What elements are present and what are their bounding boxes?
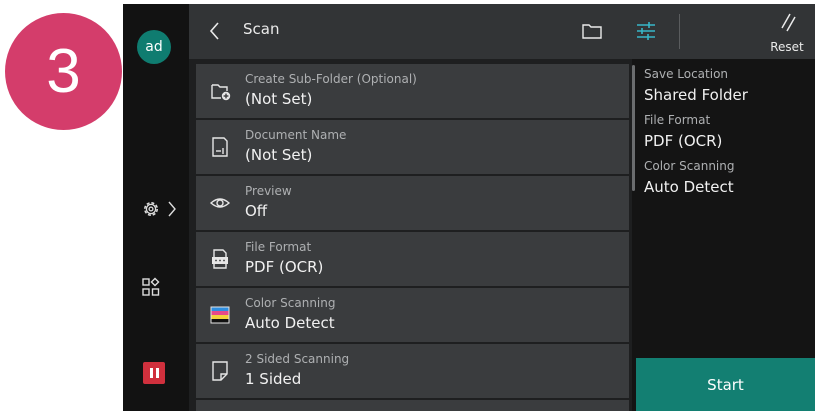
- save-location-value: Shared Folder: [644, 86, 748, 104]
- option-label: 2 Sided Scanning: [245, 352, 350, 366]
- page-title: Scan: [243, 20, 280, 38]
- option-label: Color Scanning: [245, 296, 336, 310]
- reset-icon: [781, 13, 796, 32]
- reset-label: Reset: [770, 40, 804, 54]
- option-value: (Not Set): [245, 146, 313, 164]
- folder-icon: [582, 24, 602, 39]
- gear-icon: [144, 202, 158, 216]
- sliders-icon: [637, 22, 655, 40]
- stop-button[interactable]: [143, 362, 165, 384]
- option-value: PDF (OCR): [245, 258, 324, 276]
- user-avatar[interactable]: ad: [137, 30, 171, 64]
- folder-plus-icon: [211, 84, 231, 101]
- option-label: Preview: [245, 184, 292, 198]
- chevron-left-icon: [209, 22, 219, 40]
- save-location-label: Save Location: [644, 67, 729, 81]
- option-label: Create Sub-Folder (Optional): [245, 72, 417, 86]
- header-divider: [679, 14, 680, 49]
- color-scanning-value: Auto Detect: [644, 178, 734, 196]
- option-color-scanning[interactable]: Color Scanning Auto Detect: [196, 288, 629, 342]
- pause-icon: [149, 368, 153, 378]
- header-bar: Scan Reset: [189, 4, 815, 59]
- option-value: 1 Sided: [245, 370, 302, 388]
- file-format-icon: [212, 249, 228, 269]
- reset-button[interactable]: Reset: [757, 8, 815, 56]
- option-file-format[interactable]: File Format PDF (OCR): [196, 232, 629, 286]
- scan-summary-panel: Save Location Shared Folder File Format …: [632, 59, 815, 411]
- device-screen: ad Scan Reset Create Sub-Folder (Optiona…: [123, 4, 815, 411]
- option-value: Off: [245, 202, 268, 220]
- option-create-sub-folder[interactable]: Create Sub-Folder (Optional) (Not Set): [196, 64, 629, 118]
- apps-icon[interactable]: [141, 277, 161, 297]
- back-button[interactable]: [205, 18, 225, 44]
- file-format-label: File Format: [644, 113, 711, 127]
- option-document-name[interactable]: Document Name (Not Set): [196, 120, 629, 174]
- option-value: (Not Set): [245, 90, 313, 108]
- page-sides-icon: [212, 361, 228, 381]
- option-next-partial[interactable]: [196, 400, 629, 411]
- side-nav: ad: [123, 4, 189, 411]
- option-label: Document Name: [245, 128, 347, 142]
- scan-settings-button[interactable]: [634, 19, 658, 43]
- option-value: Auto Detect: [245, 314, 335, 332]
- option-label: File Format: [245, 240, 312, 254]
- start-button[interactable]: Start: [636, 358, 815, 411]
- eye-icon: [209, 198, 231, 208]
- color-scanning-label: Color Scanning: [644, 159, 735, 173]
- option-2-sided-scanning[interactable]: 2 Sided Scanning 1 Sided: [196, 344, 629, 398]
- summary-scrollbar[interactable]: [632, 65, 635, 191]
- scan-options-list: Create Sub-Folder (Optional) (Not Set) D…: [189, 59, 632, 411]
- folder-button[interactable]: [581, 21, 603, 41]
- chevron-right-icon: [168, 201, 176, 217]
- color-scanning-icon: [210, 306, 230, 324]
- option-preview[interactable]: Preview Off: [196, 176, 629, 230]
- file-format-value: PDF (OCR): [644, 132, 723, 150]
- step-number-badge: 3: [5, 13, 122, 130]
- device-settings-button[interactable]: [141, 196, 185, 222]
- document-name-icon: [212, 137, 228, 157]
